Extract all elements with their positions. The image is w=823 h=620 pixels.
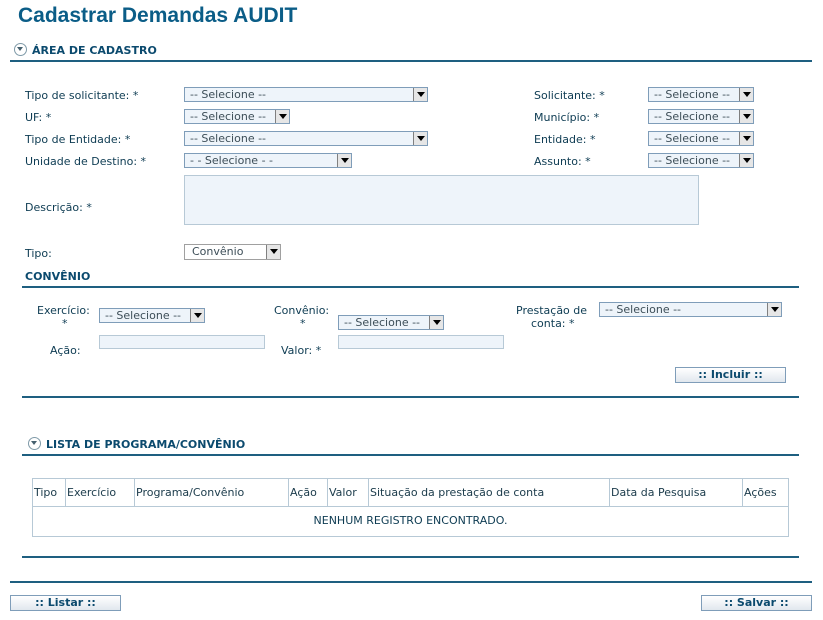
divider [10,60,812,62]
chevron-down-icon [739,154,753,167]
entidade-label: Entidade: * [534,133,596,146]
column-header-acao[interactable]: Ação [289,479,328,506]
municipio-select[interactable]: -- Selecione -- [648,109,754,124]
chevron-down-icon [190,309,204,322]
chevron-down-icon [413,132,427,145]
collapse-icon[interactable] [28,437,41,450]
prestacao-select[interactable]: -- Selecione -- [599,302,782,317]
acao-input[interactable] [99,335,265,349]
lista-section-header[interactable]: LISTA DE PROGRAMA/CONVÊNIO [28,437,245,451]
listar-button[interactable]: :: Listar :: [10,595,121,611]
entidade-select[interactable]: -- Selecione -- [648,131,754,146]
collapse-icon[interactable] [14,43,27,56]
chevron-down-icon [739,88,753,101]
convenio-select[interactable]: -- Selecione -- [338,315,444,330]
chevron-down-icon [337,154,351,167]
uf-label: UF: * [25,111,52,124]
divider [10,581,812,583]
valor-input[interactable] [338,335,504,349]
column-header-valor[interactable]: Valor [328,479,369,506]
exercicio-label: Exercício: [37,304,90,317]
column-header-data[interactable]: Data da Pesquisa [610,479,743,506]
cadastro-section-title: ÁREA DE CADASTRO [32,44,157,57]
incluir-button[interactable]: :: Incluir :: [675,367,786,383]
column-header-acoes[interactable]: Ações [743,479,788,506]
cadastro-section-header[interactable]: ÁREA DE CADASTRO [14,43,157,57]
solicitante-select[interactable]: -- Selecione -- [648,87,754,102]
descricao-label: Descrição: * [25,201,92,214]
exercicio-select[interactable]: -- Selecione -- [99,308,205,323]
unidade-destino-select[interactable]: - - Selecione - - [184,153,352,168]
valor-label: Valor: * [281,344,322,357]
divider [22,286,799,288]
tipo-label: Tipo: [25,247,52,260]
column-header-tipo[interactable]: Tipo [33,479,66,506]
chevron-down-icon [767,303,781,316]
convenio-label: Convênio: [274,304,330,317]
descricao-textarea[interactable] [184,175,699,225]
tipo-solicitante-select[interactable]: -- Selecione -- [184,87,428,102]
tipo-entidade-label: Tipo de Entidade: * [25,133,131,146]
empty-message: NENHUM REGISTRO ENCONTRADO. [32,506,789,537]
tipo-solicitante-label: Tipo de solicitante: * [25,89,139,102]
page-title: Cadastrar Demandas AUDIT [18,4,298,27]
chevron-down-icon [266,245,280,259]
prestacao-label-2: conta: * [531,317,575,330]
tipo-entidade-select[interactable]: -- Selecione -- [184,131,428,146]
acao-label: Ação: [50,344,81,357]
municipio-label: Município: * [534,111,600,124]
lista-section-title: LISTA DE PROGRAMA/CONVÊNIO [46,438,246,451]
assunto-label: Assunto: * [534,155,591,168]
chevron-down-icon [429,316,443,329]
table-header: Tipo Exercício Programa/Convênio Ação Va… [32,478,789,507]
divider [22,396,799,398]
convenio-required: * [300,317,306,330]
column-header-programa[interactable]: Programa/Convênio [135,479,289,506]
assunto-select[interactable]: -- Selecione -- [648,153,754,168]
prestacao-label: Prestação de [516,304,588,317]
salvar-button[interactable]: :: Salvar :: [701,595,812,611]
tipo-select[interactable]: Convênio [184,244,281,260]
column-header-situacao[interactable]: Situação da prestação de conta [369,479,610,506]
uf-select[interactable]: -- Selecione -- [184,109,290,124]
exercicio-required: * [62,317,68,330]
chevron-down-icon [739,110,753,123]
chevron-down-icon [275,110,289,123]
divider [22,454,799,456]
solicitante-label: Solicitante: * [534,89,605,102]
column-header-exercicio[interactable]: Exercício [66,479,135,506]
chevron-down-icon [739,132,753,145]
convenio-section-title: CONVÊNIO [25,270,91,283]
chevron-down-icon [413,88,427,101]
divider [22,556,799,558]
unidade-destino-label: Unidade de Destino: * [25,155,147,168]
